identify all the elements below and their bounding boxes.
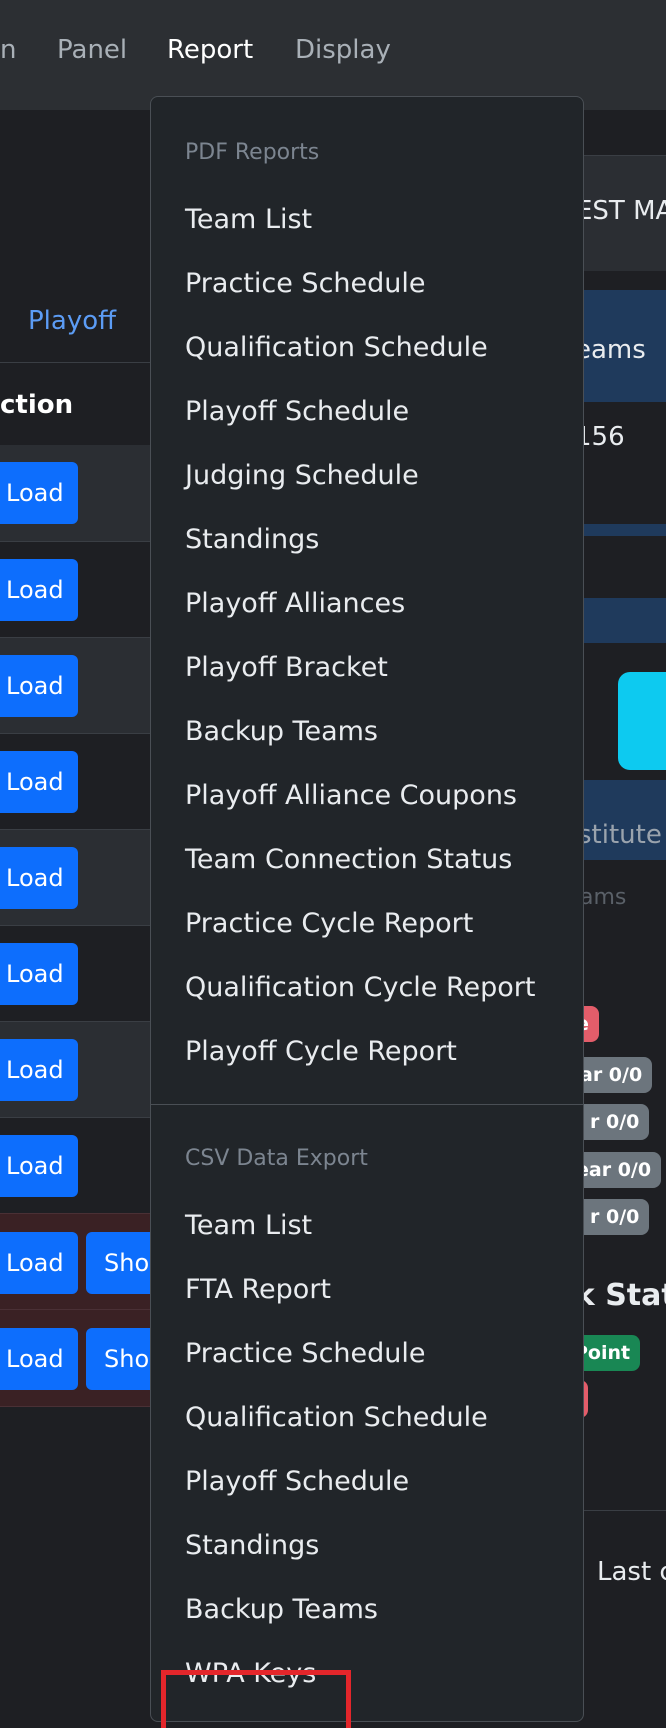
show-button[interactable]: Sho	[86, 1232, 150, 1294]
menu-item-pdf-playoff-alliance-coupons[interactable]: Playoff Alliance Coupons	[185, 780, 517, 811]
menu-item-pdf-practice-cycle-report[interactable]: Practice Cycle Report	[185, 908, 473, 939]
menu-item-pdf-playoff-alliances[interactable]: Playoff Alliances	[185, 588, 405, 619]
highlight-annotation-box	[161, 1670, 351, 1728]
table-row: Load	[0, 541, 150, 638]
menu-item-csv-backup-teams[interactable]: Backup Teams	[185, 1594, 378, 1625]
menu-item-pdf-qualification-cycle-report[interactable]: Qualification Cycle Report	[185, 972, 536, 1003]
menu-item-csv-qualification-schedule[interactable]: Qualification Schedule	[185, 1402, 488, 1433]
table-row: Load	[0, 445, 150, 541]
tab-playoff[interactable]: Playoff	[28, 306, 116, 336]
dropdown-header-csv: CSV Data Export	[185, 1146, 368, 1171]
panel-title: EST MA	[576, 196, 666, 226]
teams-header: eams	[575, 335, 646, 365]
menu-item-pdf-judging-schedule[interactable]: Judging Schedule	[185, 460, 419, 491]
nav-item-panel[interactable]: Panel	[57, 35, 127, 65]
menu-item-csv-fta-report[interactable]: FTA Report	[185, 1274, 331, 1305]
report-dropdown-menu: PDF Reports Team List Practice Schedule …	[150, 96, 584, 1728]
table-row: Load Sho	[0, 1213, 150, 1310]
table-row: Load Sho	[0, 1309, 150, 1407]
menu-item-csv-standings[interactable]: Standings	[185, 1530, 319, 1561]
load-button[interactable]: Load	[0, 751, 78, 813]
table-row: Load	[0, 1021, 150, 1118]
table-row: Load	[0, 733, 150, 830]
divider	[0, 362, 150, 363]
column-header-action: ction	[0, 390, 74, 420]
menu-item-pdf-practice-schedule[interactable]: Practice Schedule	[185, 268, 426, 299]
dropdown-divider	[151, 1104, 583, 1105]
load-button[interactable]: Load	[0, 943, 78, 1005]
table-row: Load	[0, 1117, 150, 1214]
dropdown-header-pdf: PDF Reports	[185, 140, 320, 165]
nav-item-report[interactable]: Report	[167, 35, 253, 65]
menu-item-pdf-team-connection-status[interactable]: Team Connection Status	[185, 844, 512, 875]
menu-item-csv-playoff-schedule[interactable]: Playoff Schedule	[185, 1466, 409, 1497]
table-row: Load	[0, 925, 150, 1022]
menu-item-pdf-playoff-schedule[interactable]: Playoff Schedule	[185, 396, 409, 427]
menu-item-pdf-standings[interactable]: Standings	[185, 524, 319, 555]
menu-item-pdf-qualification-schedule[interactable]: Qualification Schedule	[185, 332, 488, 363]
teams-faint: ams	[580, 885, 627, 910]
load-button[interactable]: Load	[0, 655, 78, 717]
app-window: n Panel Report Display Playoff ction Loa…	[0, 0, 666, 1728]
show-button[interactable]: Sho	[86, 1328, 150, 1390]
load-button[interactable]: Load	[0, 1039, 78, 1101]
nav-item-admin[interactable]: n	[0, 35, 16, 65]
load-button[interactable]: Load	[0, 462, 78, 524]
institute-text: stitute	[578, 820, 662, 850]
last-updated: Last c	[597, 1557, 666, 1587]
load-button[interactable]: Load	[0, 1328, 78, 1390]
load-button[interactable]: Load	[0, 1232, 78, 1294]
load-button[interactable]: Load	[0, 559, 78, 621]
start-match-button[interactable]	[618, 672, 666, 770]
nav-item-display[interactable]: Display	[295, 35, 391, 65]
table-row: Load	[0, 637, 150, 734]
menu-item-pdf-playoff-bracket[interactable]: Playoff Bracket	[185, 652, 388, 683]
menu-item-pdf-team-list[interactable]: Team List	[185, 204, 312, 235]
top-navbar: n Panel Report Display	[0, 0, 666, 110]
load-button[interactable]: Load	[0, 847, 78, 909]
menu-item-pdf-backup-teams[interactable]: Backup Teams	[185, 716, 378, 747]
load-button[interactable]: Load	[0, 1135, 78, 1197]
menu-item-pdf-playoff-cycle-report[interactable]: Playoff Cycle Report	[185, 1036, 457, 1067]
table-row: Load	[0, 829, 150, 926]
menu-item-csv-team-list[interactable]: Team List	[185, 1210, 312, 1241]
menu-item-csv-practice-schedule[interactable]: Practice Schedule	[185, 1338, 426, 1369]
